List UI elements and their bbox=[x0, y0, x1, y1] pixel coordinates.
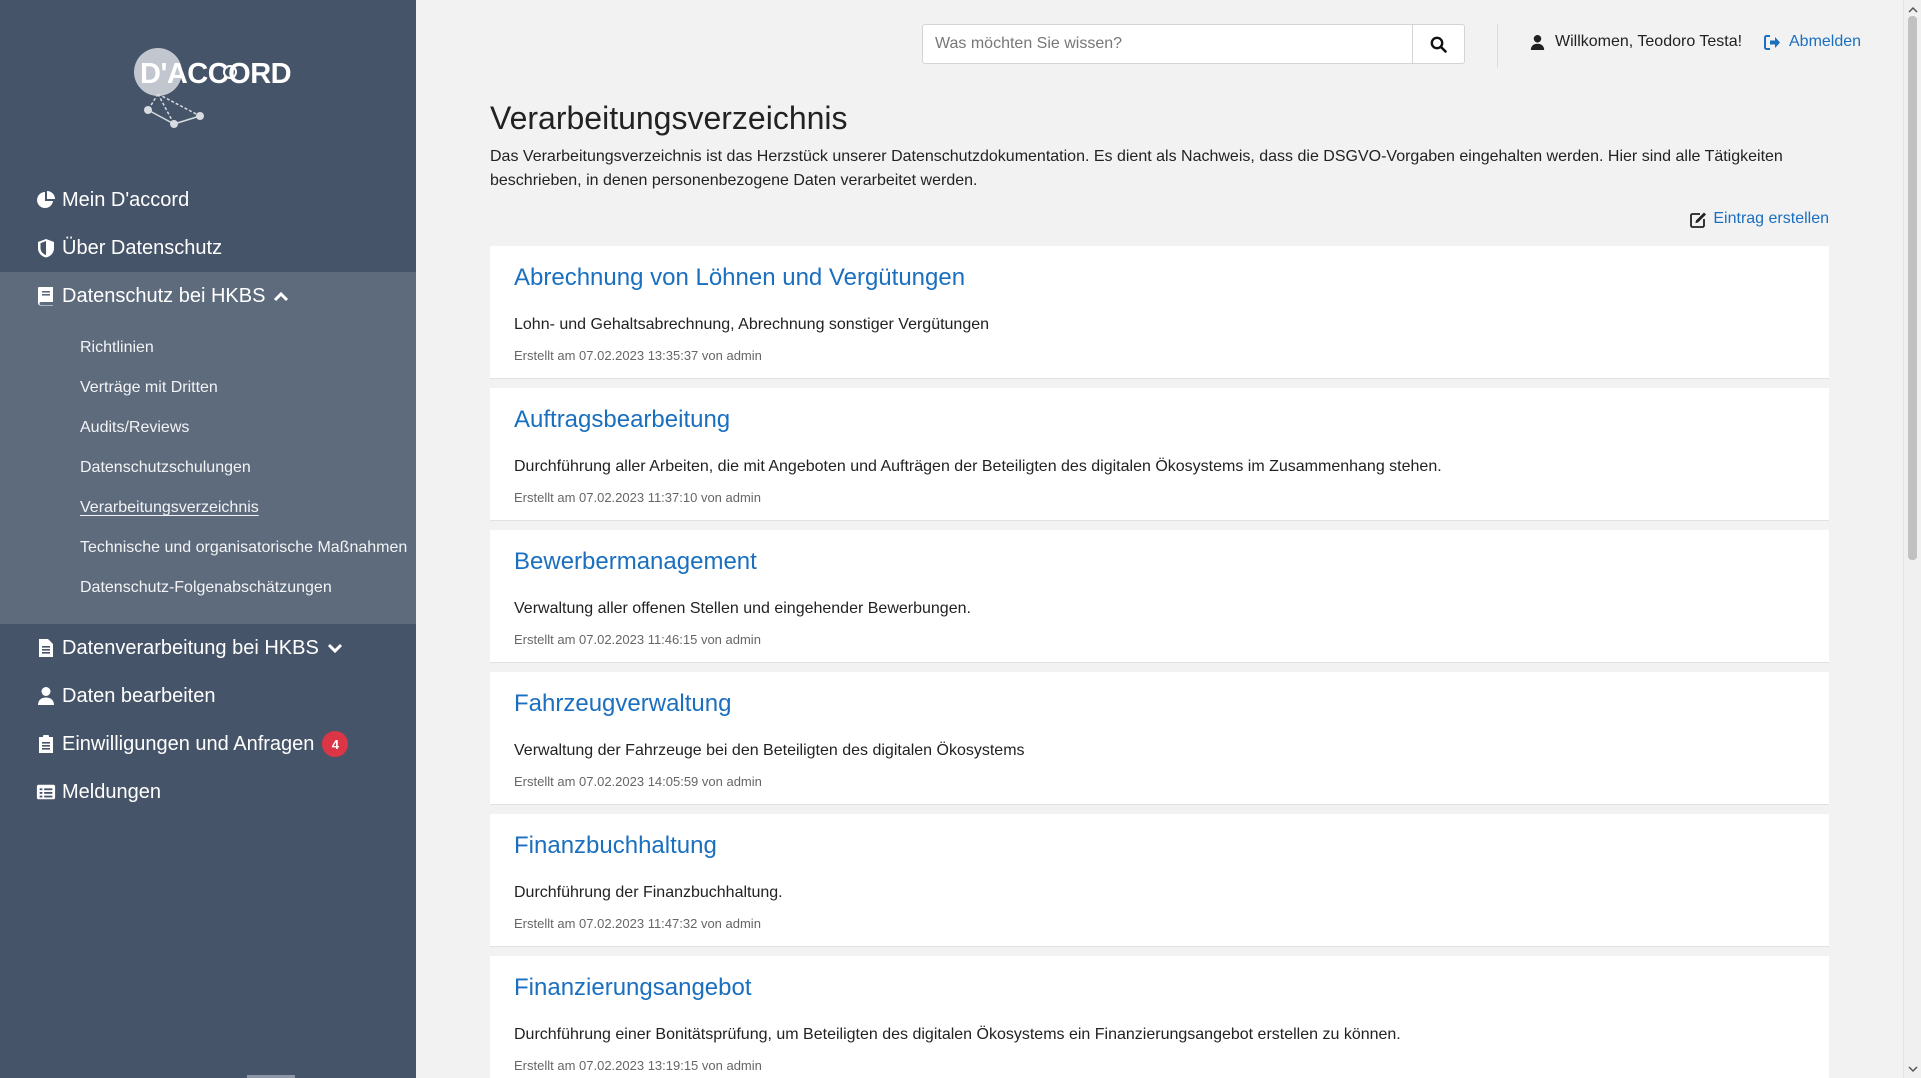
entry-title-link[interactable]: Abrechnung von Löhnen und Vergütungen bbox=[514, 264, 965, 292]
create-entry-label: Eintrag erstellen bbox=[1713, 210, 1829, 227]
welcome-message: Willkomen, Teodoro Testa! bbox=[1530, 33, 1742, 51]
list-item: Fahrzeugverwaltung Verwaltung der Fahrze… bbox=[490, 672, 1829, 805]
sidebar-item-einwilligungen[interactable]: Einwilligungen und Anfragen 4 bbox=[0, 720, 416, 768]
subnav-item-folgenabschaetzungen[interactable]: Datenschutz-Folgenabschätzungen bbox=[0, 568, 416, 608]
entry-meta: Erstellt am 07.02.2023 13:35:37 von admi… bbox=[514, 348, 762, 363]
scroll-down-arrow-icon[interactable] bbox=[1904, 1062, 1921, 1076]
entry-title-link[interactable]: Finanzbuchhaltung bbox=[514, 832, 717, 860]
vertical-scrollbar[interactable] bbox=[1903, 0, 1921, 1078]
sidebar-item-label: Datenverarbeitung bei HKBS bbox=[62, 636, 319, 659]
entry-description: Verwaltung der Fahrzeuge bei den Beteili… bbox=[514, 742, 1025, 759]
subnav-item-schulungen[interactable]: Datenschutzschulungen bbox=[0, 448, 416, 488]
subnav-item-audits[interactable]: Audits/Reviews bbox=[0, 408, 416, 448]
entry-description: Durchführung der Finanzbuchhaltung. bbox=[514, 884, 783, 901]
book-icon bbox=[36, 286, 56, 306]
sidebar-item-label: Einwilligungen und Anfragen bbox=[62, 732, 315, 755]
main-nav: Mein D'accord Über Datenschutz Datenschu… bbox=[0, 176, 416, 816]
entry-title-link[interactable]: Bewerbermanagement bbox=[514, 548, 757, 576]
edit-icon bbox=[1690, 211, 1708, 228]
page-title: Verarbeitungsverzeichnis bbox=[490, 100, 848, 136]
header-divider bbox=[1497, 24, 1498, 68]
scroll-up-arrow-icon[interactable] bbox=[1904, 2, 1921, 16]
subnav-item-verarbeitungsverzeichnis[interactable]: Verarbeitungsverzeichnis bbox=[0, 488, 416, 528]
user-icon bbox=[1530, 34, 1545, 51]
page-description: Das Verarbeitungsverzeichnis ist das Her… bbox=[490, 148, 1783, 189]
sidebar: D'ACCORD Mein D'accord Über Datenschutz … bbox=[0, 0, 416, 1078]
sidebar-item-label: Mein D'accord bbox=[62, 188, 190, 211]
entry-description: Durchführung aller Arbeiten, die mit Ang… bbox=[514, 458, 1442, 475]
sidebar-item-daten-bearbeiten[interactable]: Daten bearbeiten bbox=[0, 672, 416, 720]
sidebar-item-label: Daten bearbeiten bbox=[62, 684, 216, 707]
logo-text: D'ACCORD bbox=[140, 58, 292, 90]
welcome-text: Willkomen, Teodoro Testa! bbox=[1555, 33, 1743, 50]
sign-out-icon bbox=[1764, 34, 1781, 50]
shield-icon bbox=[36, 238, 56, 258]
search-bar bbox=[922, 24, 1465, 64]
user-icon bbox=[36, 686, 56, 706]
search-input[interactable] bbox=[923, 25, 1412, 63]
subnav-item-vertraege[interactable]: Verträge mit Dritten bbox=[0, 368, 416, 408]
sidebar-item-datenschutz-hkbs[interactable]: Datenschutz bei HKBS bbox=[0, 272, 416, 320]
subnav-item-tom[interactable]: Technische und organisatorische Maßnahme… bbox=[0, 528, 416, 568]
notification-badge: 4 bbox=[322, 731, 349, 757]
chevron-down-icon bbox=[327, 642, 343, 654]
entry-meta: Erstellt am 07.02.2023 11:47:32 von admi… bbox=[514, 916, 761, 931]
chevron-up-icon bbox=[273, 290, 289, 302]
list-item: Auftragsbearbeitung Durchführung aller A… bbox=[490, 388, 1829, 521]
sidebar-item-label: Über Datenschutz bbox=[62, 236, 223, 259]
list-item: Bewerbermanagement Verwaltung aller offe… bbox=[490, 530, 1829, 663]
entry-title-link[interactable]: Finanzierungsangebot bbox=[514, 974, 752, 1002]
entry-description: Durchführung einer Bonitätsprüfung, um B… bbox=[514, 1026, 1401, 1043]
entry-description: Lohn- und Gehaltsabrechnung, Abrechnung … bbox=[514, 316, 990, 333]
subnav-datenschutz-hkbs: Richtlinien Verträge mit Dritten Audits/… bbox=[0, 320, 416, 608]
sidebar-item-mein-daccord[interactable]: Mein D'accord bbox=[0, 176, 416, 224]
sidebar-item-label: Datenschutz bei HKBS bbox=[62, 284, 266, 307]
subnav-item-richtlinien[interactable]: Richtlinien bbox=[0, 328, 416, 368]
entry-title-link[interactable]: Auftragsbearbeitung bbox=[514, 406, 730, 434]
list-item: Abrechnung von Löhnen und Vergütungen Lo… bbox=[490, 246, 1829, 379]
entry-meta: Erstellt am 07.02.2023 14:05:59 von admi… bbox=[514, 774, 762, 789]
list-icon bbox=[36, 782, 56, 802]
logout-label: Abmelden bbox=[1789, 33, 1862, 50]
sidebar-item-meldungen[interactable]: Meldungen bbox=[0, 768, 416, 816]
sidebar-item-datenverarbeitung-hkbs[interactable]: Datenverarbeitung bei HKBS bbox=[0, 624, 416, 672]
clipboard-icon bbox=[36, 734, 56, 754]
sidebar-group-datenschutz-hkbs: Datenschutz bei HKBS Richtlinien Verträg… bbox=[0, 272, 416, 624]
pie-chart-icon bbox=[36, 190, 56, 210]
search-icon bbox=[1430, 36, 1447, 53]
entry-meta: Erstellt am 07.02.2023 11:37:10 von admi… bbox=[514, 490, 761, 505]
scrollbar-thumb[interactable] bbox=[1908, 16, 1917, 560]
file-icon bbox=[36, 638, 56, 658]
list-item: Finanzbuchhaltung Durchführung der Finan… bbox=[490, 814, 1829, 947]
entry-title-link[interactable]: Fahrzeugverwaltung bbox=[514, 690, 731, 718]
entry-description: Verwaltung aller offenen Stellen und ein… bbox=[514, 600, 971, 617]
create-entry-link[interactable]: Eintrag erstellen bbox=[1690, 210, 1829, 228]
entry-meta: Erstellt am 07.02.2023 11:46:15 von admi… bbox=[514, 632, 761, 647]
search-button[interactable] bbox=[1412, 25, 1464, 63]
daccord-logo[interactable]: D'ACCORD bbox=[130, 44, 292, 134]
logout-link[interactable]: Abmelden bbox=[1764, 33, 1861, 51]
sidebar-item-label: Meldungen bbox=[62, 780, 161, 803]
entry-meta: Erstellt am 07.02.2023 13:19:15 von admi… bbox=[514, 1058, 762, 1073]
sidebar-item-ueber-datenschutz[interactable]: Über Datenschutz bbox=[0, 224, 416, 272]
list-item: Finanzierungsangebot Durchführung einer … bbox=[490, 956, 1829, 1078]
entry-list: Abrechnung von Löhnen und Vergütungen Lo… bbox=[490, 246, 1829, 1078]
